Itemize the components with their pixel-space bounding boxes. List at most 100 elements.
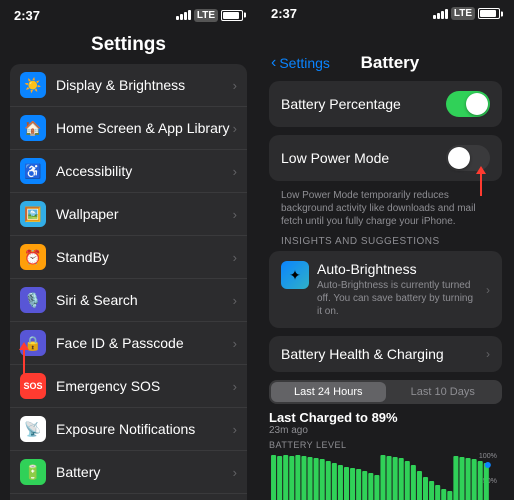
low-power-label: Low Power Mode: [281, 150, 389, 166]
left-panel: 2:37 LTE Settings ☀️ Display & Brightnes…: [0, 0, 257, 500]
battery-title: Battery: [361, 53, 420, 73]
left-status-bar: 2:37 LTE: [0, 0, 257, 28]
battery-chevron: ›: [233, 465, 237, 480]
battery-level-label: BATTERY LEVEL: [269, 440, 502, 450]
right-status-bar: 2:37 LTE: [257, 0, 514, 25]
display-icon: ☀️: [20, 72, 46, 98]
battery-chart: 100% 50% 0%: [269, 453, 502, 500]
signal-bar-2: [180, 14, 183, 20]
arrow-shaft-left: [23, 350, 25, 380]
right-arrow-head: [476, 166, 486, 174]
exposure-label: Exposure Notifications: [56, 421, 233, 437]
battery-content: Battery Percentage Low Power Mode Low Po…: [257, 81, 514, 500]
toggle-knob-lowpower: [448, 147, 470, 169]
siri-icon: 🎙️: [20, 287, 46, 313]
auto-brightness-chevron: ›: [486, 283, 490, 297]
right-signal-bars: [433, 9, 448, 19]
auto-brightness-desc: Auto-Brightness is currently turned off.…: [317, 279, 478, 318]
battery-health-row[interactable]: Battery Health & Charging ›: [269, 336, 502, 372]
settings-item-siri[interactable]: 🎙️ Siri & Search ›: [10, 279, 247, 322]
battery-fill-right: [480, 10, 496, 17]
right-status-icons: LTE: [433, 7, 500, 20]
battery-icon-left: [221, 10, 243, 21]
settings-section-1: ☀️ Display & Brightness › 🏠 Home Screen …: [10, 64, 247, 500]
svg-text:100%: 100%: [479, 453, 497, 460]
lte-badge-left: LTE: [194, 9, 218, 22]
right-panel-inner: Battery Percentage Low Power Mode Low Po…: [257, 81, 514, 500]
toggle-knob-percentage: [466, 93, 488, 115]
auto-brightness-card[interactable]: ✦ Auto-Brightness Auto-Brightness is cur…: [269, 251, 502, 328]
siri-chevron: ›: [233, 293, 237, 308]
settings-item-homescreen[interactable]: 🏠 Home Screen & App Library ›: [10, 107, 247, 150]
right-red-arrow: [476, 166, 486, 196]
lte-badge-right: LTE: [451, 7, 475, 20]
right-arrow-shaft: [480, 174, 482, 196]
display-label: Display & Brightness: [56, 77, 233, 93]
signal-bars: [176, 10, 191, 20]
wallpaper-icon: 🖼️: [20, 201, 46, 227]
time-option-10d[interactable]: Last 10 Days: [386, 382, 501, 402]
standby-chevron: ›: [233, 250, 237, 265]
charge-info: Last Charged to 89%: [269, 410, 502, 425]
battery-icon-right: [478, 8, 500, 19]
r-signal-bar-3: [441, 11, 444, 19]
settings-title: Settings: [0, 28, 257, 64]
settings-item-faceid[interactable]: 🔒 Face ID & Passcode ›: [10, 322, 247, 365]
battery-chart-svg: 100% 50% 0%: [269, 453, 502, 500]
settings-item-privacy[interactable]: 🤝 Privacy & Security ›: [10, 494, 247, 500]
back-button[interactable]: Settings: [279, 55, 330, 71]
accessibility-icon: ♿: [20, 158, 46, 184]
charge-time: 23m ago: [269, 425, 502, 436]
battery-fill-left: [223, 12, 239, 19]
settings-item-sos[interactable]: SOS Emergency SOS ›: [10, 365, 247, 408]
low-power-row[interactable]: Low Power Mode: [269, 135, 502, 181]
battery-header: ‹ Settings Battery: [257, 25, 514, 81]
r-signal-bar-4: [445, 9, 448, 19]
settings-item-display[interactable]: ☀️ Display & Brightness ›: [10, 64, 247, 107]
standby-label: StandBy: [56, 249, 233, 265]
battery-percentage-row[interactable]: Battery Percentage: [269, 81, 502, 127]
settings-item-accessibility[interactable]: ♿ Accessibility ›: [10, 150, 247, 193]
settings-item-exposure[interactable]: 📡 Exposure Notifications ›: [10, 408, 247, 451]
signal-bar-3: [184, 12, 187, 20]
insights-header: INSIGHTS AND SUGGESTIONS: [269, 236, 502, 251]
sos-label: Emergency SOS: [56, 378, 233, 394]
sos-chevron: ›: [233, 379, 237, 394]
left-time: 2:37: [14, 8, 40, 23]
right-time: 2:37: [271, 6, 297, 21]
time-toggle: Last 24 Hours Last 10 Days: [269, 380, 502, 404]
battery-percentage-label: Battery Percentage: [281, 96, 401, 112]
battery-label: Battery: [56, 464, 233, 480]
display-chevron: ›: [233, 78, 237, 93]
settings-item-wallpaper[interactable]: 🖼️ Wallpaper ›: [10, 193, 247, 236]
battery-health-chevron: ›: [486, 347, 490, 361]
standby-icon: ⏰: [20, 244, 46, 270]
accessibility-label: Accessibility: [56, 163, 233, 179]
battery-list-icon: 🔋: [20, 459, 46, 485]
auto-brightness-icon: ✦: [281, 261, 309, 289]
settings-list: ☀️ Display & Brightness › 🏠 Home Screen …: [0, 64, 257, 500]
exposure-chevron: ›: [233, 422, 237, 437]
accessibility-chevron: ›: [233, 164, 237, 179]
homescreen-icon: 🏠: [20, 115, 46, 141]
r-signal-bar-1: [433, 15, 436, 19]
time-option-24h[interactable]: Last 24 Hours: [271, 382, 386, 402]
low-power-note: Low Power Mode temporarily reduces backg…: [269, 189, 502, 236]
auto-brightness-text: Auto-Brightness Auto-Brightness is curre…: [317, 261, 478, 318]
auto-brightness-title: Auto-Brightness: [317, 261, 478, 277]
left-red-arrow: [19, 342, 29, 380]
settings-item-battery[interactable]: 🔋 Battery ›: [10, 451, 247, 494]
siri-label: Siri & Search: [56, 292, 233, 308]
signal-bar-4: [188, 10, 191, 20]
right-panel: 2:37 LTE ‹ Settings Battery: [257, 0, 514, 500]
left-status-icons: LTE: [176, 9, 243, 22]
wallpaper-chevron: ›: [233, 207, 237, 222]
exposure-icon: 📡: [20, 416, 46, 442]
battery-percentage-toggle[interactable]: [446, 91, 490, 117]
faceid-chevron: ›: [233, 336, 237, 351]
homescreen-chevron: ›: [233, 121, 237, 136]
faceid-label: Face ID & Passcode: [56, 335, 233, 351]
battery-health-label: Battery Health & Charging: [281, 346, 444, 362]
back-area[interactable]: ‹ Settings: [271, 54, 330, 72]
settings-item-standby[interactable]: ⏰ StandBy ›: [10, 236, 247, 279]
